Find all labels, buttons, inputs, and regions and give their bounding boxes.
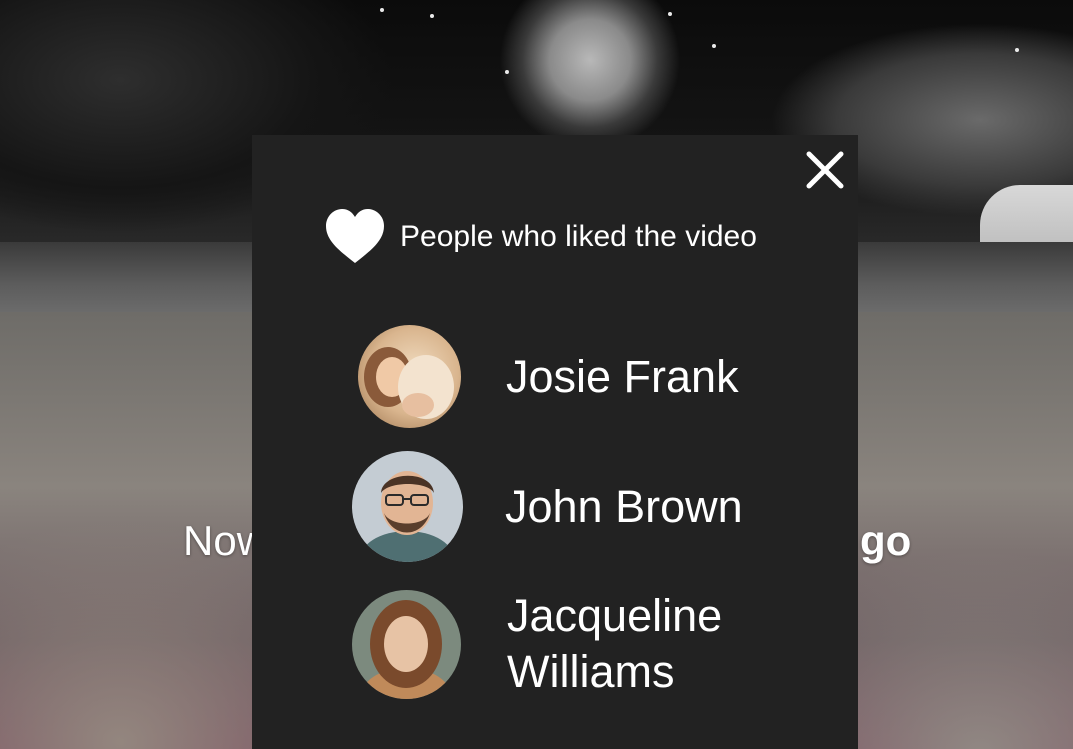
list-item-josie-frank[interactable]: Josie Frank — [358, 325, 739, 428]
avatar-photo-icon — [358, 325, 461, 428]
street-light — [505, 70, 509, 74]
person-name: Josie Frank — [506, 350, 739, 402]
avatar-photo-icon — [352, 589, 461, 699]
avatar — [352, 451, 463, 562]
screen: Now e go People who liked the video Josi… — [0, 0, 1073, 749]
street-light — [380, 8, 384, 12]
street-light — [430, 14, 434, 18]
person-name: Jacqueline Williams — [507, 590, 723, 697]
street-light — [668, 12, 672, 16]
likes-modal: People who liked the video Josie Frank J… — [252, 135, 858, 749]
list-item-john-brown[interactable]: John Brown — [352, 451, 743, 562]
list-item-jacqueline-williams[interactable]: Jacqueline Williams — [352, 588, 767, 700]
avatar — [358, 325, 461, 428]
street-light — [712, 44, 716, 48]
person-name: John Brown — [505, 480, 743, 532]
people-list: Josie Frank John Brown Jacqueline Willia… — [252, 135, 858, 749]
avatar — [352, 589, 461, 699]
avatar-photo-icon — [352, 451, 463, 562]
street-light — [1015, 48, 1019, 52]
